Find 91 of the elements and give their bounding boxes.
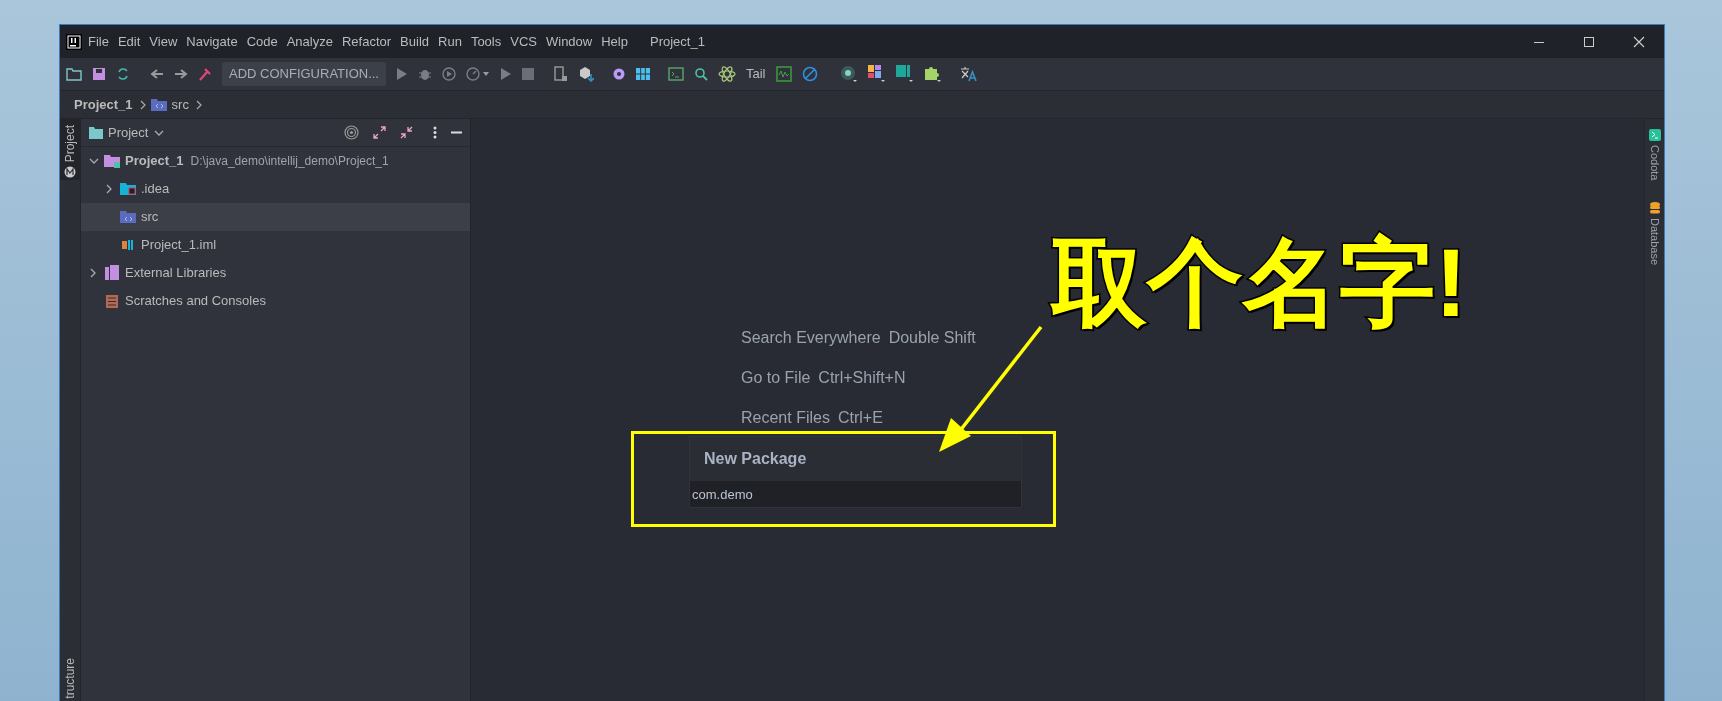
bug-icon[interactable]	[418, 67, 432, 81]
close-icon[interactable]	[1633, 35, 1645, 48]
source-folder-icon	[150, 98, 167, 111]
menu-item[interactable]: Code	[246, 31, 278, 52]
tree-row[interactable]: Project_1 D:\java_demo\intellij_demo\Project_1	[81, 147, 470, 175]
tree-row[interactable]: .idea	[81, 175, 470, 203]
path-label: D:\java_demo\intellij_demo\Project_1	[190, 153, 389, 170]
coverage-icon[interactable]	[442, 67, 456, 81]
window-title: Project_1	[649, 32, 705, 51]
cube-download-icon[interactable]	[578, 66, 594, 82]
shortcut-label: Double Shift	[888, 328, 976, 348]
shortcut-label: Ctrl+Shift+N	[818, 368, 906, 388]
tree-row[interactable]: Project_1.iml	[81, 231, 470, 259]
chevron-down-icon[interactable]	[89, 157, 99, 165]
waveform-icon[interactable]	[775, 66, 792, 82]
forward-icon[interactable]	[174, 68, 188, 80]
chevron-right-icon[interactable]	[105, 184, 113, 194]
back-icon[interactable]	[150, 68, 164, 80]
menu-item[interactable]: VCS	[510, 31, 537, 52]
no-entry-icon[interactable]	[801, 66, 818, 82]
chevron-down-icon[interactable]	[154, 128, 165, 137]
tree-item-label: .idea	[141, 180, 170, 199]
menu-item[interactable]: Run	[438, 31, 462, 52]
tool-window-tab[interactable]: tructure	[61, 658, 79, 699]
maximize-icon[interactable]	[1583, 35, 1595, 48]
app-logo-icon	[66, 33, 82, 50]
menu-item[interactable]: Window	[545, 31, 593, 52]
chevron-right-icon	[195, 99, 202, 110]
package-name-field[interactable]: com.demo	[690, 481, 1021, 507]
tree-row[interactable]: Scratches and Consoles	[81, 287, 470, 315]
menu-item[interactable]: Help	[601, 31, 628, 52]
terminal-icon[interactable]	[668, 67, 684, 81]
shortcut-label: Ctrl+E	[837, 408, 883, 428]
tree-row[interactable]: External Libraries	[81, 259, 470, 287]
atom-icon[interactable]	[718, 65, 736, 83]
tree-item-label: src	[141, 208, 159, 227]
circle-dot-icon[interactable]	[839, 65, 858, 83]
menu-item[interactable]: View	[149, 31, 178, 52]
folder-icon	[88, 125, 104, 140]
menu-item[interactable]: Build	[400, 31, 429, 52]
menu-item[interactable]: File	[88, 31, 109, 52]
tree-item-label: Scratches and Consoles	[125, 292, 266, 311]
chevron-right-icon	[139, 99, 146, 110]
device-icon[interactable]	[554, 66, 568, 82]
more-icon[interactable]	[433, 126, 437, 139]
menu-item[interactable]: Tools	[470, 31, 502, 52]
hint-label: Search Everywhere	[741, 328, 881, 348]
menu-item[interactable]: Refactor	[341, 31, 392, 52]
expand-icon[interactable]	[373, 126, 386, 139]
tree-item-label: Project_1	[125, 152, 184, 171]
grid-icon[interactable]	[636, 68, 650, 80]
add-configuration-button[interactable]: ADD CONFIGURATION...	[222, 62, 386, 86]
tree-item-label: External Libraries	[125, 264, 227, 283]
hammer-icon[interactable]	[198, 67, 212, 81]
tool-window-tab[interactable]: Codota	[1646, 145, 1663, 181]
source-folder-icon	[120, 210, 136, 224]
sync-icon[interactable]	[116, 67, 130, 81]
chevron-right-icon[interactable]	[89, 268, 97, 278]
breadcrumb-item[interactable]: Project_1	[74, 94, 133, 115]
list-icon	[106, 294, 118, 308]
terminal-icon	[1648, 129, 1661, 141]
save-icon[interactable]	[92, 67, 106, 81]
puzzle-icon[interactable]	[923, 65, 942, 83]
collapse-icon[interactable]	[400, 126, 413, 139]
hint-label: Recent Files	[741, 408, 830, 428]
search-icon[interactable]	[694, 67, 708, 81]
tail-label[interactable]: Tail	[746, 64, 766, 84]
folder-icon	[120, 182, 136, 196]
folder-icon[interactable]	[66, 67, 82, 81]
gear-icon[interactable]	[612, 67, 626, 81]
play-icon[interactable]	[500, 67, 512, 81]
breadcrumb-item[interactable]: src	[171, 94, 189, 115]
run-icon[interactable]	[396, 67, 408, 81]
tool-window-tab[interactable]: Database	[1646, 218, 1663, 266]
panel-title[interactable]: Project	[108, 122, 149, 143]
menu-item[interactable]: Analyze	[286, 31, 333, 52]
tree-row[interactable]: src	[81, 203, 470, 231]
profiler-icon[interactable]	[466, 67, 490, 81]
module-folder-icon	[104, 154, 120, 168]
menu-item[interactable]: Edit	[117, 31, 141, 52]
hint-label: Go to File	[741, 368, 811, 388]
library-icon	[105, 265, 119, 281]
tiles-icon[interactable]	[867, 65, 886, 83]
module-file-icon	[122, 238, 134, 252]
menu-item[interactable]: Navigate	[186, 31, 238, 52]
database-icon	[1649, 202, 1660, 215]
panel-icon[interactable]	[895, 65, 914, 83]
translate-icon[interactable]	[959, 66, 978, 82]
tree-item-label: Project_1.iml	[141, 236, 217, 255]
target-icon[interactable]	[344, 125, 359, 140]
dialog-title: New Package	[690, 437, 1021, 481]
